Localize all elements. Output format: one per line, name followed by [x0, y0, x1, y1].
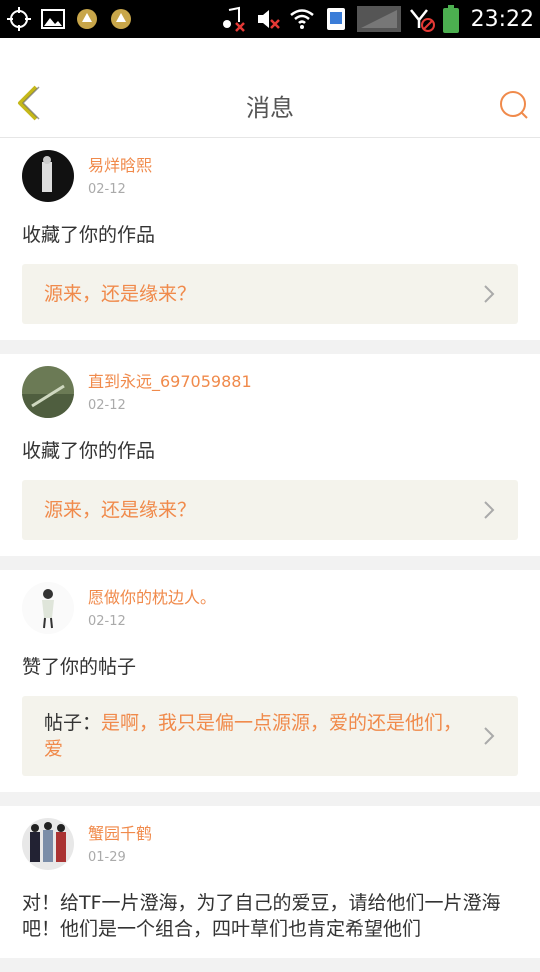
- search-icon[interactable]: [498, 90, 530, 120]
- notification-icon-2: [111, 9, 131, 29]
- battery-icon: [442, 5, 459, 33]
- avatar[interactable]: [22, 818, 74, 870]
- avatar[interactable]: [22, 582, 74, 634]
- user-name[interactable]: 直到永远_697059881: [88, 372, 252, 392]
- linked-post-title: 帖子：是啊，我只是偏一点源源，爱的还是他们，爱: [44, 710, 472, 762]
- status-bar: 23:22: [0, 0, 540, 38]
- message-date: 02-12: [88, 397, 126, 413]
- page-title: 消息: [246, 94, 294, 122]
- wifi-icon: [289, 9, 314, 29]
- sim-card-icon: [326, 8, 345, 30]
- message-date: 01-29: [88, 849, 126, 865]
- volume-muted-icon: [257, 10, 280, 29]
- avatar[interactable]: [22, 366, 74, 418]
- message-action: 赞了你的帖子: [22, 656, 137, 678]
- user-name[interactable]: 愿做你的枕边人。: [88, 588, 216, 608]
- post-excerpt: 是啊，我只是偏一点源源，爱的还是他们，爱: [44, 712, 463, 760]
- linked-post[interactable]: 源来，还是缘来？: [22, 264, 518, 324]
- user-name[interactable]: 蟹园千鹤: [88, 824, 152, 844]
- message-action: 对！给TF一片澄海，为了自己的爱豆，请给他们一片澄海吧！他们是一个组合，四叶草们…: [22, 892, 501, 940]
- chevron-right-icon: [484, 501, 495, 519]
- music-muted-icon: [222, 6, 245, 32]
- clock: 23:22: [470, 6, 534, 32]
- message-list: 易烊晗熙 02-12 收藏了你的作品 源来，还是缘来？ 直到永远_6970598…: [0, 138, 540, 972]
- linked-post[interactable]: 帖子：是啊，我只是偏一点源源，爱的还是他们，爱: [22, 696, 518, 776]
- avatar-image: [22, 818, 74, 870]
- avatar-image: [22, 582, 74, 634]
- gallery-icon: [41, 9, 65, 29]
- message-item: 蟹园千鹤 01-29 对！给TF一片澄海，为了自己的爱豆，请给他们一片澄海吧！他…: [0, 806, 540, 958]
- message-action: 收藏了你的作品: [22, 440, 156, 462]
- linked-post-title: 源来，还是缘来？: [44, 283, 197, 305]
- message-action: 收藏了你的作品: [22, 224, 156, 246]
- signal-icon: [356, 6, 401, 32]
- linked-post-title: 源来，还是缘来？: [44, 499, 197, 521]
- gps-icon: [7, 7, 31, 31]
- app-header: 消息: [0, 38, 540, 138]
- message-item: 直到永远_697059881 02-12 收藏了你的作品 源来，还是缘来？: [0, 354, 540, 556]
- notification-icon: [77, 9, 97, 29]
- message-item: 易烊晗熙 02-12 收藏了你的作品 源来，还是缘来？: [0, 138, 540, 340]
- data-disabled-icon: [409, 9, 435, 32]
- post-prefix: 帖子：: [44, 712, 102, 734]
- avatar[interactable]: [22, 150, 74, 202]
- avatar-image: [22, 366, 74, 418]
- message-date: 02-12: [88, 181, 126, 197]
- user-name[interactable]: 易烊晗熙: [88, 156, 152, 176]
- chevron-right-icon: [484, 727, 495, 745]
- message-item: 愿做你的枕边人。 02-12 赞了你的帖子 帖子：是啊，我只是偏一点源源，爱的还…: [0, 570, 540, 792]
- chevron-right-icon: [484, 285, 495, 303]
- avatar-image: [22, 150, 74, 202]
- linked-post[interactable]: 源来，还是缘来？: [22, 480, 518, 540]
- message-date: 02-12: [88, 613, 126, 629]
